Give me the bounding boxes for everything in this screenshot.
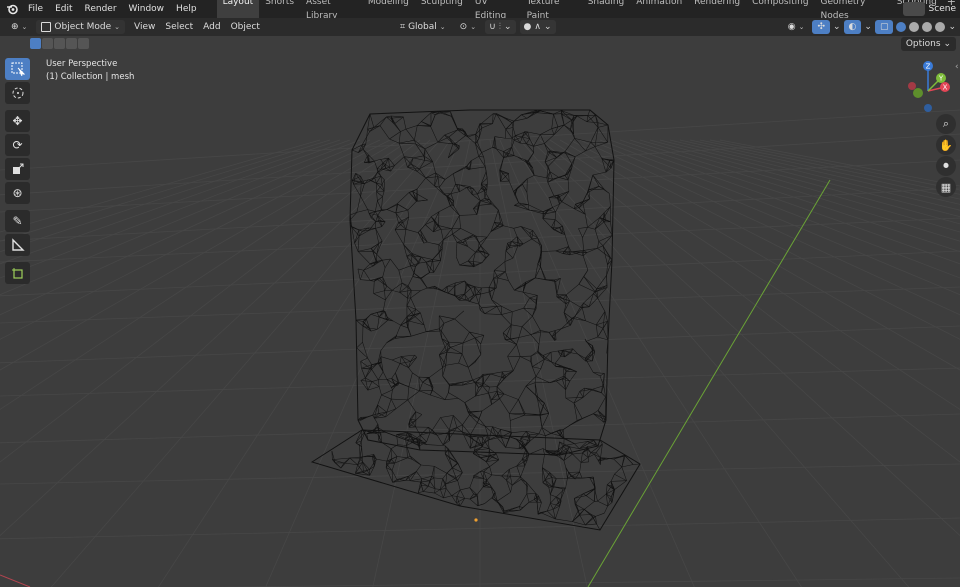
grid-ortho-icon[interactable]: ▦ <box>936 177 956 197</box>
top-menu-bar: File Edit Render Window Help Layout Shor… <box>0 0 960 23</box>
overlay-toggle-icon[interactable]: ◐ <box>843 20 862 34</box>
3d-viewport[interactable] <box>0 52 960 587</box>
rendered-shading-icon[interactable] <box>935 22 946 32</box>
select-new-icon[interactable] <box>30 38 41 49</box>
orientation-icon: ⌗ <box>400 22 406 32</box>
viewport-scene[interactable] <box>0 52 960 587</box>
y-axis-label: Y <box>938 75 944 83</box>
add-menu[interactable]: Add <box>198 20 225 34</box>
select-menu[interactable]: Select <box>160 20 198 34</box>
object-menu[interactable]: Object <box>226 20 265 34</box>
xray-toggle-icon[interactable]: ▢ <box>874 20 894 34</box>
select-mode-buttons <box>30 38 89 49</box>
menu-edit[interactable]: Edit <box>49 0 78 18</box>
scene-icon <box>902 2 925 16</box>
transform-tools: ⌗ Global ⌄ ⊙ ⌄ ∪ ⫶ ⌄ ● ∧ ⌄ <box>395 20 556 34</box>
neg-x-handle[interactable] <box>908 82 916 90</box>
object-origin <box>474 518 478 522</box>
y-axis-line <box>587 179 831 587</box>
sidebar-toggle-icon[interactable]: ‹ <box>955 62 959 72</box>
material-shading-icon[interactable] <box>922 22 933 32</box>
snap-toggle[interactable]: ∪ ⫶ ⌄ <box>485 20 516 34</box>
tool-settings-bar: Options ⌄ <box>0 36 960 52</box>
floor-grid <box>0 109 960 587</box>
measure-icon[interactable] <box>5 234 30 256</box>
move-icon[interactable]: ✥ <box>5 110 30 132</box>
transform-icon[interactable]: ⊛ <box>5 182 30 204</box>
falloff-icon: ∧ <box>534 22 541 32</box>
scene-selector[interactable]: Scene <box>902 1 960 17</box>
perspective-label: User Perspective <box>46 59 118 69</box>
cursor-icon[interactable] <box>5 82 30 104</box>
visibility-icon[interactable]: ◉ ⌄ <box>783 20 810 34</box>
view-menu[interactable]: View <box>129 20 160 34</box>
wireframe-shading-icon[interactable] <box>896 22 907 32</box>
editor-type-button[interactable]: ⊕ ⌄ <box>6 20 32 34</box>
x-axis-line <box>0 574 31 587</box>
select-box-icon[interactable] <box>5 58 30 80</box>
editor-type-icon: ⊕ <box>11 22 19 32</box>
mode-label: Object Mode <box>54 22 112 32</box>
z-axis-label: Z <box>926 63 931 71</box>
menu-render[interactable]: Render <box>79 0 123 18</box>
select-subtract-icon[interactable] <box>54 38 65 49</box>
camera-icon[interactable]: ⏺ <box>936 156 956 176</box>
mesh-wireframe[interactable] <box>310 109 641 531</box>
options-dropdown[interactable]: Options ⌄ <box>900 37 956 51</box>
view-controls: ◉ ⌄ ✣ ⌄ ◐ ⌄ ▢ ⌄ <box>783 20 956 34</box>
mode-dropdown[interactable]: Object Mode ⌄ <box>36 20 125 34</box>
object-mode-icon <box>41 22 52 32</box>
scale-icon[interactable] <box>5 158 30 180</box>
pan-hand-icon[interactable]: ✋ <box>936 135 956 155</box>
collection-label: (1) Collection | mesh <box>46 71 135 82</box>
blender-logo-icon[interactable] <box>6 3 18 15</box>
pivot-dropdown[interactable]: ⊙ ⌄ <box>455 20 481 34</box>
tool-shelf: ✥ ⟳ ⊛ ✎ <box>5 58 30 286</box>
neg-y-handle[interactable] <box>913 88 923 98</box>
orientation-dropdown[interactable]: ⌗ Global ⌄ <box>395 20 451 34</box>
select-invert-icon[interactable] <box>66 38 77 49</box>
orientation-label: Global <box>408 22 437 32</box>
snap-icon: ∪ <box>489 22 496 32</box>
pivot-icon: ⊙ <box>459 22 468 32</box>
scene-label: Scene <box>928 4 956 14</box>
viewport-info: User Perspective (1) Collection | mesh <box>46 58 134 83</box>
annotate-icon[interactable]: ✎ <box>5 210 30 232</box>
navigation-gizmo[interactable]: Z X Y <box>898 58 958 118</box>
menu-window[interactable]: Window <box>123 0 171 18</box>
gizmo-toggle-icon[interactable]: ✣ <box>812 20 830 34</box>
zoom-icon[interactable]: ⌕ <box>936 114 956 134</box>
x-axis-label: X <box>943 84 948 92</box>
shading-dropdown-icon[interactable]: ⌄ <box>948 22 956 32</box>
solid-shading-icon[interactable] <box>909 22 920 32</box>
rotate-icon[interactable]: ⟳ <box>5 134 30 156</box>
menu-file[interactable]: File <box>22 0 49 18</box>
select-extend-icon[interactable] <box>42 38 53 49</box>
menu-help[interactable]: Help <box>170 0 203 18</box>
add-cube-icon[interactable] <box>5 262 30 284</box>
proportional-edit-toggle[interactable]: ● ∧ ⌄ <box>519 20 556 34</box>
chevron-down-icon: ⌄ <box>114 23 120 31</box>
select-intersect-icon[interactable] <box>78 38 89 49</box>
neg-z-handle[interactable] <box>924 104 932 112</box>
proportional-icon: ● <box>523 22 532 32</box>
snap-options-icon: ⫶ <box>498 22 501 32</box>
options-label: Options <box>905 39 941 49</box>
viewport-header: ⊕ ⌄ Object Mode ⌄ View Select Add Object … <box>0 18 960 36</box>
